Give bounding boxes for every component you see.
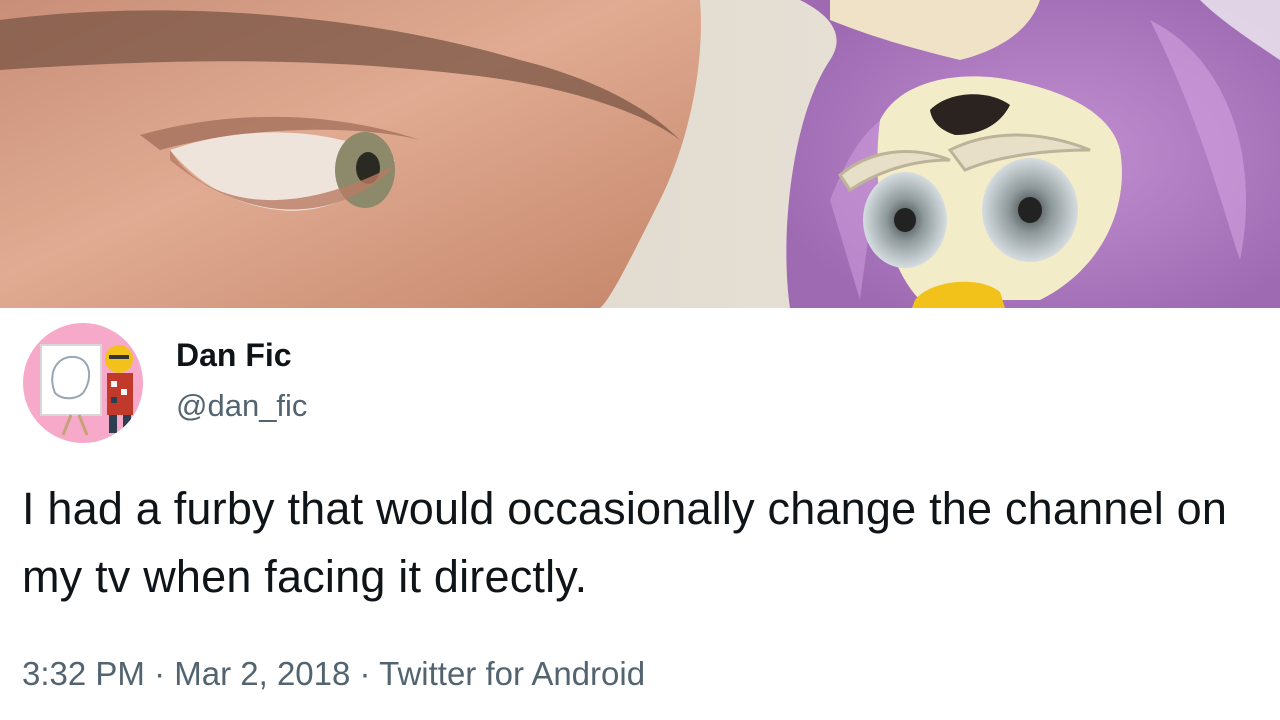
tweet-source[interactable]: Twitter for Android (379, 655, 645, 692)
tweet-date[interactable]: Mar 2, 2018 (174, 655, 350, 692)
author-display-name[interactable]: Dan Fic (176, 336, 292, 374)
author-avatar[interactable] (23, 323, 143, 443)
meta-separator: · (154, 655, 166, 692)
tweet-time[interactable]: 3:32 PM (22, 655, 145, 692)
author-handle[interactable]: @dan_fic (176, 388, 307, 424)
tweet-text: I had a furby that would occasionally ch… (22, 483, 1228, 602)
meta-separator: · (359, 655, 371, 692)
banner-photo (0, 0, 1280, 308)
tweet-meta: 3:32 PM · Mar 2, 2018 · Twitter for Andr… (22, 654, 645, 694)
